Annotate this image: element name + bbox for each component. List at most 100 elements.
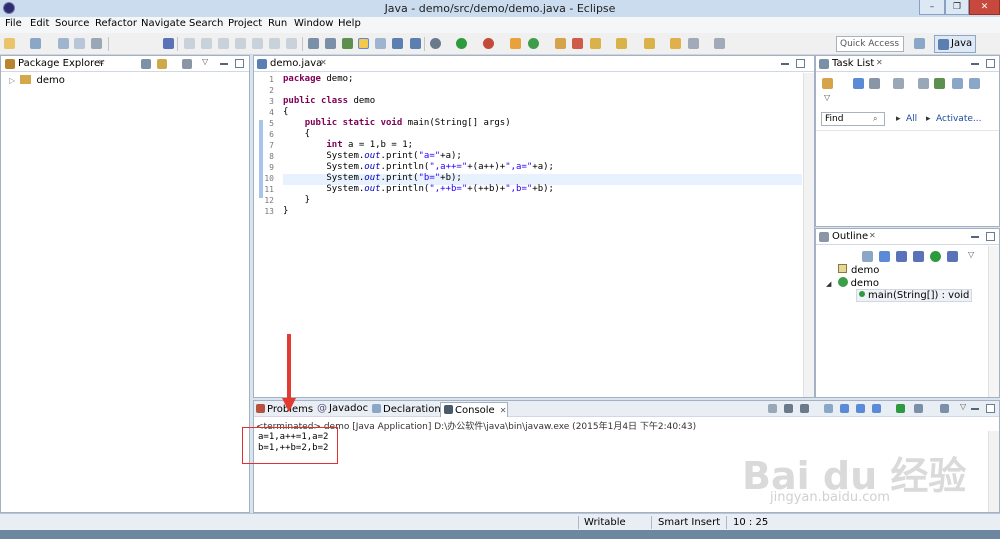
view-menu-icon[interactable]: ▽: [960, 402, 966, 411]
new-icon[interactable]: [4, 38, 15, 49]
outline-class-item[interactable]: ◢ demo: [826, 277, 879, 289]
minimize-button[interactable]: –: [919, 0, 945, 15]
outline-scrollbar[interactable]: [988, 246, 999, 397]
task-list-tab[interactable]: Task List: [832, 58, 874, 69]
categorized-icon[interactable]: [853, 78, 864, 89]
code-line[interactable]: int a = 1,b = 1;: [283, 140, 413, 150]
view-menu-icon[interactable]: ▽: [202, 57, 208, 66]
word-wrap-icon[interactable]: [856, 404, 865, 413]
minimize-view-icon[interactable]: [971, 408, 979, 410]
link-with-editor-icon[interactable]: [157, 59, 167, 69]
maximize-view-icon[interactable]: [986, 59, 995, 68]
menu-file[interactable]: File: [5, 18, 22, 29]
menu-refactor[interactable]: Refactor: [95, 18, 137, 29]
maximize-view-icon[interactable]: [986, 404, 995, 413]
code-line[interactable]: public static void main(String[] args): [283, 118, 511, 128]
scroll-lock-icon[interactable]: [840, 404, 849, 413]
toggle-breadcrumb-icon[interactable]: [410, 38, 421, 49]
code-line[interactable]: public class demo: [283, 96, 375, 106]
collapse-all-icon[interactable]: [141, 59, 151, 69]
remove-all-icon[interactable]: [800, 404, 809, 413]
hide-static-icon[interactable]: [913, 251, 924, 262]
terminate-icon[interactable]: [218, 38, 229, 49]
show-on-output-icon[interactable]: [872, 404, 881, 413]
skip-breakpoints-icon[interactable]: [163, 38, 174, 49]
menu-run[interactable]: Run: [268, 18, 287, 29]
hide-completed-icon[interactable]: [918, 78, 929, 89]
collapse-all-icon[interactable]: [952, 78, 963, 89]
close-tab-icon[interactable]: ✕: [98, 58, 105, 67]
terminate-icon[interactable]: [768, 404, 777, 413]
hide-local-types-icon[interactable]: [947, 251, 958, 262]
step-over-icon[interactable]: [269, 38, 280, 49]
view-menu-icon[interactable]: ▽: [968, 250, 974, 259]
next-annotation-icon[interactable]: [616, 38, 627, 49]
open-console-icon[interactable]: [940, 404, 949, 413]
run-external-icon[interactable]: [483, 38, 494, 49]
minimize-view-icon[interactable]: [971, 63, 979, 65]
expand-arrow-icon[interactable]: ◢: [826, 280, 831, 288]
search-icon[interactable]: [572, 38, 583, 49]
code-line[interactable]: package demo;: [283, 74, 353, 84]
expand-arrow-icon[interactable]: ▷: [9, 76, 15, 85]
filter-icon[interactable]: [893, 78, 904, 89]
code-line[interactable]: {: [283, 107, 288, 117]
close-tab-icon[interactable]: ✕: [876, 58, 883, 67]
minimize-editor-icon[interactable]: [781, 63, 789, 65]
code-line[interactable]: System.out.println(",a++="+(a++)+",a="+a…: [283, 162, 554, 172]
hide-fields-icon[interactable]: [896, 251, 907, 262]
menu-navigate[interactable]: Navigate: [141, 18, 186, 29]
block-select-icon[interactable]: [392, 38, 403, 49]
focus-icon[interactable]: [934, 78, 945, 89]
code-line[interactable]: }: [283, 195, 310, 205]
annotation-icon[interactable]: [590, 38, 601, 49]
save-all-icon[interactable]: [74, 38, 85, 49]
collapse-all-icon[interactable]: [862, 251, 873, 262]
outline-package-item[interactable]: demo: [838, 264, 879, 276]
scheduled-icon[interactable]: [869, 78, 880, 89]
code-line[interactable]: {: [283, 129, 310, 139]
previous-annotation-icon[interactable]: [644, 38, 655, 49]
open-icon[interactable]: [30, 38, 41, 49]
debug-icon[interactable]: [430, 38, 441, 49]
code-line[interactable]: System.out.println(",++b="+(++b)+",b="+b…: [283, 184, 554, 194]
suspend-icon[interactable]: [201, 38, 212, 49]
maximize-view-icon[interactable]: [235, 59, 244, 68]
minimize-view-icon[interactable]: [971, 236, 979, 238]
sort-icon[interactable]: [879, 251, 890, 262]
close-editor-icon[interactable]: ✕: [320, 58, 327, 67]
resume-icon[interactable]: [184, 38, 195, 49]
outline-tab[interactable]: Outline: [832, 231, 868, 242]
display-console-icon[interactable]: [914, 404, 923, 413]
maximize-button[interactable]: ❐: [945, 0, 969, 15]
java-perspective-button[interactable]: Java: [934, 35, 976, 53]
show-whitespace-icon[interactable]: [375, 38, 386, 49]
maximize-editor-icon[interactable]: [796, 59, 805, 68]
back-icon[interactable]: [688, 38, 699, 49]
disconnect-icon[interactable]: [235, 38, 246, 49]
project-tree-item[interactable]: ▷ demo: [9, 75, 65, 86]
run-icon[interactable]: [456, 38, 467, 49]
package-explorer-tab[interactable]: Package Explorer: [18, 58, 104, 69]
menu-window[interactable]: Window: [294, 18, 333, 29]
tab-javadoc[interactable]: @ Javadoc: [317, 402, 368, 417]
maximize-view-icon[interactable]: [986, 232, 995, 241]
tab-console[interactable]: Console ✕: [440, 402, 508, 417]
outline-method-item[interactable]: main(String[]) : void: [856, 289, 973, 302]
step-into-icon[interactable]: [252, 38, 263, 49]
last-edit-icon[interactable]: [670, 38, 681, 49]
editor-tab-demo-java[interactable]: demo.java: [270, 58, 322, 69]
new-class-icon[interactable]: [528, 38, 539, 49]
open-task-icon[interactable]: [308, 38, 319, 49]
minimize-view-icon[interactable]: [220, 63, 228, 65]
console-scrollbar[interactable]: [988, 431, 999, 512]
menu-edit[interactable]: Edit: [30, 18, 49, 29]
all-link[interactable]: All: [906, 114, 917, 124]
quick-access-input[interactable]: Quick Access: [836, 36, 904, 52]
close-button[interactable]: ✕: [969, 0, 1000, 15]
clear-console-icon[interactable]: [824, 404, 833, 413]
print-icon[interactable]: [91, 38, 102, 49]
new-task-icon[interactable]: [822, 78, 833, 89]
menu-help[interactable]: Help: [338, 18, 361, 29]
filter-icon[interactable]: [182, 59, 192, 69]
